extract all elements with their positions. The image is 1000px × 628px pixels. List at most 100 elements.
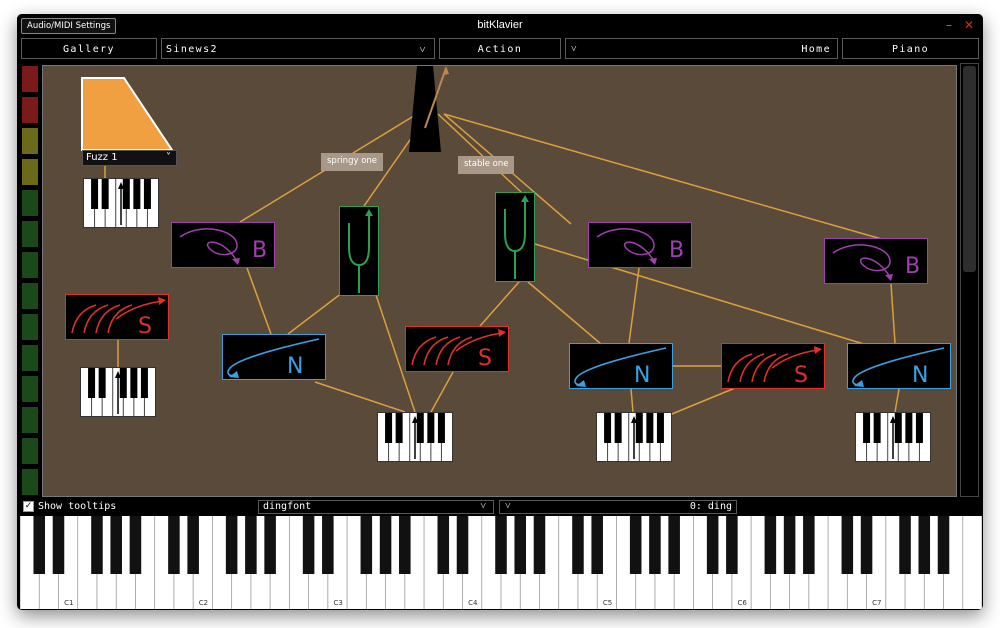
action-menu-button[interactable]: Action: [439, 38, 561, 59]
black-key[interactable]: [302, 516, 315, 574]
black-key[interactable]: [495, 516, 507, 574]
connection-wire: [628, 267, 640, 344]
octave-label: C6: [738, 599, 748, 607]
black-key[interactable]: [360, 516, 373, 574]
black-key[interactable]: [52, 516, 65, 574]
synchronic-preparation[interactable]: S: [721, 343, 825, 389]
synchronic-preparation[interactable]: S: [405, 326, 509, 372]
connection-wire: [630, 388, 634, 413]
keymap-preparation[interactable]: [596, 412, 672, 462]
show-tooltips-checkbox[interactable]: ✓: [23, 501, 34, 512]
black-key[interactable]: [668, 516, 680, 574]
black-key[interactable]: [110, 516, 122, 574]
synchronic-arrows-icon: S: [411, 329, 506, 371]
keymap-preparation[interactable]: [377, 412, 453, 462]
black-key[interactable]: [33, 516, 46, 574]
black-key[interactable]: [91, 516, 103, 574]
piano-label: Piano: [891, 44, 930, 55]
black-key[interactable]: [572, 516, 584, 574]
blendronic-preparation[interactable]: B: [588, 222, 692, 268]
blendronic-letter: B: [905, 254, 920, 279]
octave-label: C4: [468, 599, 478, 607]
black-key[interactable]: [591, 516, 603, 574]
blendronic-preparation[interactable]: B: [824, 238, 928, 284]
black-key[interactable]: [322, 516, 334, 574]
synchronic-letter: S: [794, 363, 808, 388]
black-key[interactable]: [726, 516, 738, 574]
synchronic-letter: S: [478, 346, 492, 371]
gallery-label: Gallery: [63, 44, 115, 55]
tuning-fork-icon: [348, 209, 373, 293]
gallery-select[interactable]: Sinews2 ˅: [161, 38, 435, 59]
keymap-preparation[interactable]: [83, 178, 159, 228]
show-tooltips-label: Show tooltips: [38, 501, 117, 512]
black-key[interactable]: [937, 516, 950, 574]
nostalgic-preparation[interactable]: N: [847, 343, 951, 389]
meter-segment: [21, 344, 39, 372]
mod-select[interactable]: Fuzz 1 ˅: [82, 150, 177, 166]
black-key[interactable]: [514, 516, 527, 574]
black-key[interactable]: [245, 516, 257, 574]
nostalgic-swoop-icon: N: [852, 347, 945, 388]
black-key[interactable]: [860, 516, 873, 574]
keymap-keyboard-icon: [91, 179, 151, 227]
black-key[interactable]: [168, 516, 180, 574]
vertical-scrollbar[interactable]: [960, 63, 979, 497]
black-key[interactable]: [533, 516, 546, 574]
meter-segment: [21, 158, 39, 186]
black-key[interactable]: [456, 516, 469, 574]
black-key[interactable]: [225, 516, 238, 574]
synchronic-arrows-icon: S: [727, 346, 822, 388]
meter-segment: [21, 220, 39, 248]
scrollbar-thumb[interactable]: [963, 66, 976, 272]
black-key[interactable]: [437, 516, 450, 574]
comment-stable[interactable]: stable one: [458, 156, 515, 174]
piano-keyboard[interactable]: C1C2C3C4C5C6C7C8: [20, 516, 982, 609]
tuning-fork-icon: [504, 195, 529, 279]
tuning-preparation[interactable]: [495, 192, 535, 282]
nostalgic-preparation[interactable]: N: [569, 343, 673, 389]
chevron-down-icon: ˅: [480, 501, 486, 512]
black-key[interactable]: [764, 516, 777, 574]
connection-wire: [527, 281, 602, 345]
tempo-metronome-icon[interactable]: [403, 66, 451, 154]
piano-menu-button[interactable]: Piano: [842, 38, 979, 59]
meter-segment: [21, 282, 39, 310]
piano-keyboard-keys[interactable]: C1C2C3C4C5C6C7C8: [20, 516, 982, 609]
gallery-menu-button[interactable]: Gallery: [21, 38, 157, 59]
black-key[interactable]: [129, 516, 142, 574]
black-key[interactable]: [841, 516, 854, 574]
black-key[interactable]: [649, 516, 661, 574]
octave-label: C7: [872, 599, 881, 607]
black-key[interactable]: [803, 516, 815, 574]
black-key[interactable]: [629, 516, 642, 574]
black-key[interactable]: [379, 516, 392, 574]
black-key[interactable]: [918, 516, 931, 574]
black-key[interactable]: [899, 516, 911, 574]
octave-label: C5: [603, 599, 612, 607]
tuning-preparation[interactable]: [339, 206, 379, 296]
keymap-keyboard-icon: [385, 413, 445, 461]
black-key[interactable]: [399, 516, 411, 574]
mod-preparation[interactable]: [80, 76, 175, 152]
nostalgic-preparation[interactable]: N: [222, 334, 326, 380]
keymap-preparation[interactable]: [80, 367, 156, 417]
instrument-select[interactable]: ˅ 0: ding: [499, 500, 737, 514]
black-key[interactable]: [264, 516, 276, 574]
meter-segment: [21, 96, 39, 124]
connection-wire: [479, 281, 520, 327]
piano-select[interactable]: ˅ Home: [565, 38, 838, 59]
keymap-preparation[interactable]: [855, 412, 931, 462]
synchronic-preparation[interactable]: S: [65, 294, 169, 340]
comment-springy[interactable]: springy one: [321, 153, 384, 171]
black-key[interactable]: [706, 516, 719, 574]
close-button[interactable]: ✕: [963, 17, 975, 33]
soundfont-select[interactable]: dingfont ˅: [258, 500, 494, 514]
connection-wire: [890, 283, 896, 344]
black-key[interactable]: [783, 516, 796, 574]
black-key[interactable]: [187, 516, 199, 574]
blendronic-preparation[interactable]: B: [171, 222, 275, 268]
minimize-button[interactable]: –: [943, 17, 955, 33]
preparation-canvas[interactable]: springy one stable one Fuzz 1 ˅ B B B S …: [42, 65, 957, 497]
mod-select-value: Fuzz 1: [86, 152, 118, 163]
